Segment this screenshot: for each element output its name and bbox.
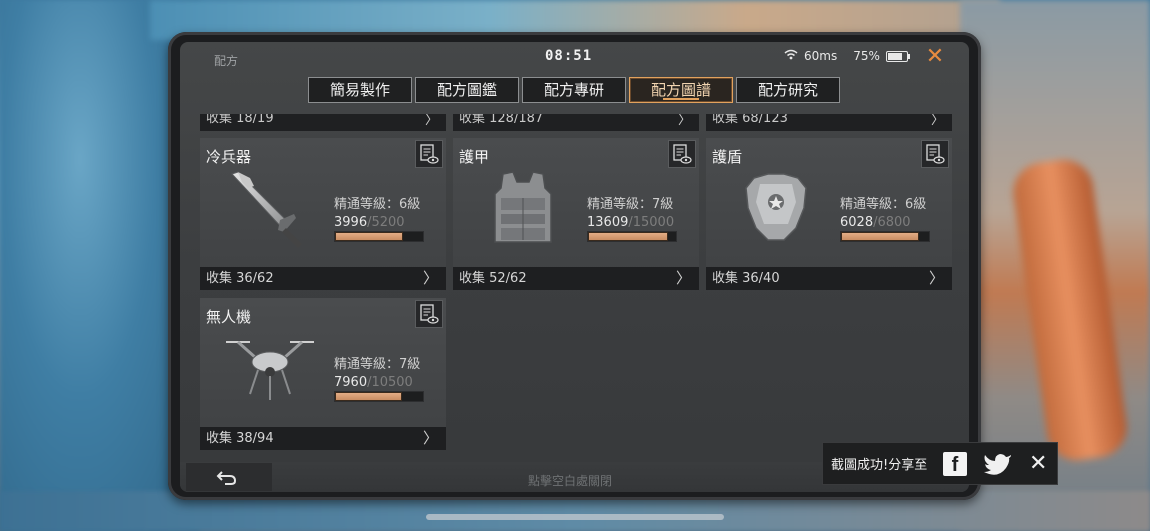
mastery-progress-text: 6028/6800: [840, 215, 911, 230]
tab-bar: 簡易製作 配方圖鑑 配方專研 配方圖譜 配方研究: [308, 77, 840, 103]
collect-row-partial[interactable]: 收集 128/187 〉: [453, 114, 699, 131]
mastery-progress-text: 7960/10500: [334, 375, 413, 390]
recipe-card-armor[interactable]: 護甲 精通等級：7級 13609/15000 收集 52/62 〉: [453, 138, 699, 290]
mastery-level: 精通等級：7級: [587, 197, 674, 212]
chevron-right-icon: 〉: [930, 114, 944, 128]
progress-total: /5200: [367, 215, 405, 230]
recipe-grid: 收集 18/19 〉 收集 128/187 〉 收集 68/123 〉 冷兵器: [200, 114, 960, 484]
mastery-progress-text: 3996/5200: [334, 215, 405, 230]
tab-simple-craft[interactable]: 簡易製作: [308, 77, 412, 103]
collect-label: 收集 36/62: [206, 271, 274, 286]
card-title: 護盾: [712, 148, 743, 166]
mastery-progress-text: 13609/15000: [587, 215, 674, 230]
shield-chestplate-icon: [726, 168, 826, 248]
tab-recipe-catalog[interactable]: 配方圖鑑: [415, 77, 519, 103]
progress-total: /10500: [367, 375, 413, 390]
view-recipe-icon[interactable]: [668, 140, 696, 168]
close-icon[interactable]: ✕: [1029, 451, 1047, 476]
recipe-screen: 配方 08:51 60ms 75% ✕ 簡易製作 配方圖鑑 配方專研 配方圖譜 …: [180, 42, 969, 492]
chevron-right-icon: 〉: [422, 429, 438, 447]
wifi-icon: [784, 49, 798, 63]
facebook-share-button[interactable]: f: [943, 451, 967, 476]
card-title: 護甲: [459, 148, 490, 166]
view-recipe-icon[interactable]: [921, 140, 949, 168]
status-bar: 60ms 75%: [784, 49, 910, 63]
home-indicator[interactable]: [426, 514, 724, 520]
drone-icon: [220, 328, 320, 408]
progress-current: 3996: [334, 215, 368, 230]
progress-fill: [841, 232, 920, 241]
card-title: 冷兵器: [206, 148, 252, 166]
view-recipe-icon[interactable]: [415, 300, 443, 328]
chevron-right-icon: 〉: [422, 269, 438, 287]
chevron-right-icon: 〉: [424, 114, 438, 128]
tab-recipe-specialize[interactable]: 配方專研: [522, 77, 626, 103]
progress-current: 7960: [334, 375, 368, 390]
mastery-progress-bar: [334, 391, 424, 402]
recipe-card-cold-weapon[interactable]: 冷兵器 精通等級：6級 3996/5200 收集 36/62 〉: [200, 138, 446, 290]
close-icon[interactable]: ✕: [922, 44, 948, 70]
card-title: 無人機: [206, 308, 252, 326]
chevron-right-icon: 〉: [677, 114, 691, 128]
share-text: 截圖成功!分享至: [831, 458, 928, 473]
collect-row-partial[interactable]: 收集 18/19 〉: [200, 114, 446, 131]
recipe-card-drone[interactable]: 無人機 精通等級：7級 7960/10500 收集 38/94 〉: [200, 298, 446, 450]
mastery-progress-bar: [587, 231, 677, 242]
collect-label: 收集 128/187: [459, 114, 544, 126]
collect-label: 收集 52/62: [459, 271, 527, 286]
chevron-right-icon: 〉: [675, 269, 691, 287]
close-hint-text: 點擊空白處關閉: [528, 474, 613, 488]
back-button[interactable]: [186, 463, 272, 491]
screen-title: 配方: [214, 54, 239, 68]
collect-row[interactable]: 收集 38/94 〉: [200, 427, 446, 450]
collect-label: 收集 36/40: [712, 271, 780, 286]
battery-icon: [885, 50, 910, 62]
ping-value: 60ms: [804, 49, 838, 63]
clock: 08:51: [545, 48, 593, 64]
collect-label: 收集 68/123: [712, 114, 788, 126]
progress-current: 13609: [587, 215, 629, 230]
collect-row[interactable]: 收集 36/40 〉: [706, 267, 952, 290]
sword-icon: [220, 168, 320, 248]
mastery-level: 精通等級：6級: [334, 197, 421, 212]
progress-total: /6800: [873, 215, 911, 230]
battery-percent: 75%: [853, 49, 880, 63]
twitter-icon[interactable]: [983, 452, 1013, 476]
mastery-level: 精通等級：7級: [334, 357, 421, 372]
collect-label: 收集 18/19: [206, 114, 274, 126]
armor-vest-icon: [473, 168, 573, 248]
progress-total: /15000: [628, 215, 675, 230]
tab-recipe-research[interactable]: 配方研究: [736, 77, 840, 103]
collect-row[interactable]: 收集 52/62 〉: [453, 267, 699, 290]
progress-fill: [335, 392, 402, 401]
chevron-right-icon: 〉: [928, 269, 944, 287]
active-tab-underline: [663, 98, 699, 100]
mastery-progress-bar: [334, 231, 424, 242]
recipe-card-shield[interactable]: 護盾 精通等級：6級 6028/6800 收集 36/40 〉: [706, 138, 952, 290]
screenshot-share-toast: 截圖成功!分享至 f ✕: [822, 442, 1058, 485]
progress-fill: [588, 232, 669, 241]
progress-fill: [335, 232, 403, 241]
collect-label: 收集 38/94: [206, 431, 274, 446]
progress-current: 6028: [840, 215, 874, 230]
tab-recipe-atlas-label: 配方圖譜: [650, 81, 711, 99]
back-arrow-icon: [216, 471, 237, 485]
mastery-level: 精通等級：6級: [840, 197, 927, 212]
mastery-progress-bar: [840, 231, 930, 242]
collect-row[interactable]: 收集 36/62 〉: [200, 267, 446, 290]
view-recipe-icon[interactable]: [415, 140, 443, 168]
tablet-frame: 配方 08:51 60ms 75% ✕ 簡易製作 配方圖鑑 配方專研 配方圖譜 …: [168, 32, 981, 500]
collect-row-partial[interactable]: 收集 68/123 〉: [706, 114, 952, 131]
tab-recipe-atlas[interactable]: 配方圖譜: [629, 77, 733, 103]
